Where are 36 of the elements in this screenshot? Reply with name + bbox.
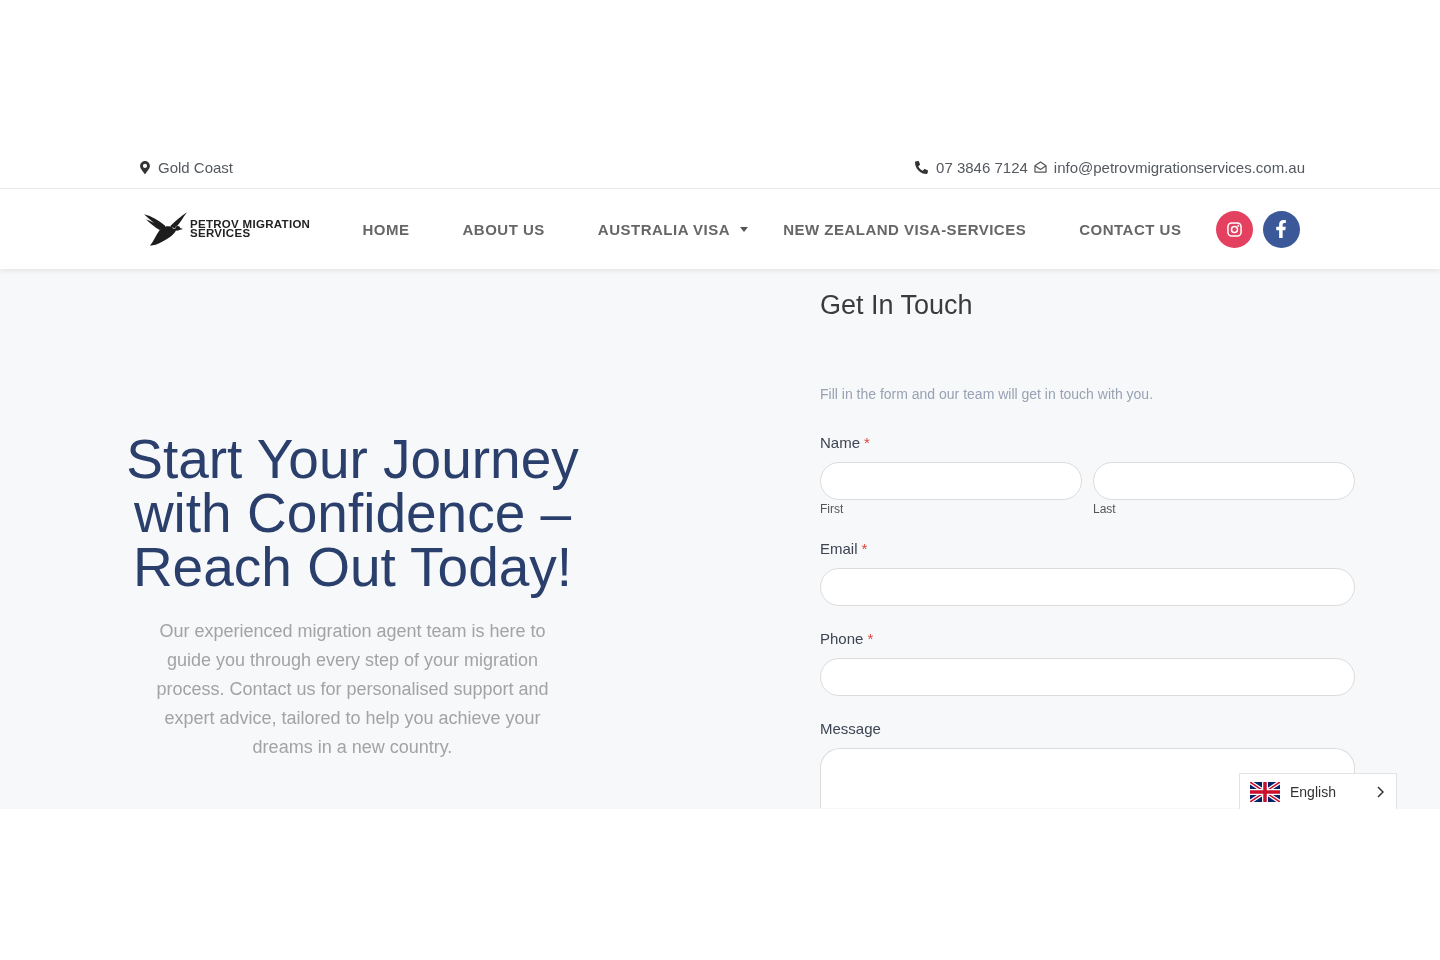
field-label: Message [820, 720, 881, 738]
field-label: Email [820, 540, 858, 558]
logo-text[interactable]: PETROV MIGRATION SERVICES [190, 220, 330, 238]
required-mark: * [864, 434, 870, 452]
phone-icon [915, 160, 929, 174]
chevron-right-icon [1377, 785, 1384, 798]
field-label: Name [820, 434, 860, 452]
bird-logo-icon[interactable] [143, 211, 188, 247]
required-mark: * [861, 540, 868, 558]
nav-link[interactable]: HOME [336, 220, 436, 238]
input-field[interactable] [820, 462, 1082, 500]
email-link[interactable]: info@petrovmigrationservices.com.au [1053, 158, 1305, 176]
location-pin-icon [140, 160, 150, 174]
field-sublabel: First [820, 502, 844, 516]
form-subtitle: Fill in the form and our team will get in touch with you. [820, 385, 1155, 403]
nav-link[interactable]: AUSTRALIA VISA [571, 220, 757, 238]
required-mark: * [867, 630, 874, 648]
hero-text: Our experienced migration agent team is here to guide you through every step of your migration process. Contact us for personalised support and expert advice, tailored to help you achieve your dreams in a new country. [155, 620, 550, 759]
nav-link[interactable]: ABOUT US [436, 220, 572, 238]
uk-flag-icon [1250, 781, 1280, 802]
language-switcher[interactable]: English [1239, 773, 1397, 809]
field-sublabel: Last [1093, 502, 1116, 516]
instagram-icon [1226, 221, 1242, 237]
social-link[interactable] [1262, 210, 1300, 248]
field-label: Phone [820, 630, 864, 648]
input-field[interactable] [1093, 462, 1355, 500]
nav-link[interactable]: NEW ZEALAND VISA-SERVICES [756, 220, 1053, 238]
facebook-icon [1276, 220, 1287, 238]
location-text: Gold Coast [158, 158, 234, 176]
nav-link[interactable]: CONTACT US [1052, 220, 1208, 238]
form-title: Get In Touch [820, 289, 974, 321]
envelope-icon [1033, 161, 1047, 173]
phone-link[interactable]: 07 3846 7124 [936, 158, 1028, 176]
input-field[interactable] [820, 658, 1355, 696]
input-field[interactable] [820, 568, 1355, 606]
social-link[interactable] [1215, 210, 1253, 248]
